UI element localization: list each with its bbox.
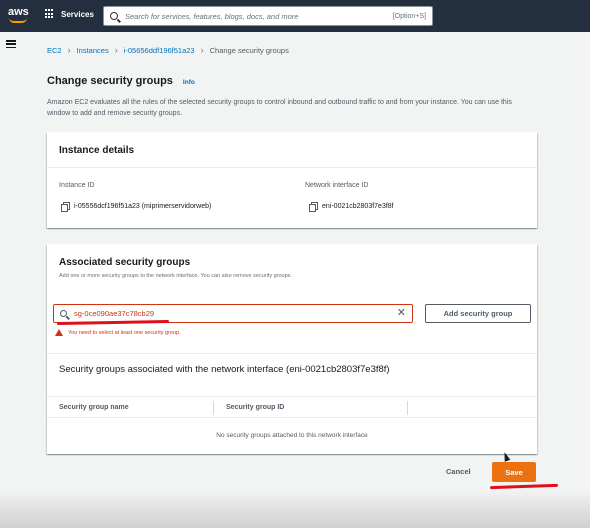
breadcrumb-instances[interactable]: Instances (77, 46, 109, 55)
interface-id-value: eni-0021cb2803f7e3f8f (322, 202, 394, 210)
column-divider (213, 401, 214, 415)
instance-details-header: Instance details (47, 132, 537, 168)
security-groups-subtitle: Add one or more security groups to the n… (59, 273, 292, 279)
aws-logo-text: aws (8, 6, 29, 18)
copy-icon[interactable] (309, 202, 318, 212)
search-placeholder: Search for services, features, blogs, do… (125, 11, 299, 21)
instance-id-label: Instance ID (59, 182, 95, 189)
add-security-group-button[interactable]: Add security group (425, 304, 531, 323)
global-search-input[interactable]: Search for services, features, blogs, do… (103, 6, 433, 26)
bottom-shade (0, 490, 590, 528)
breadcrumb-current: Change security groups (209, 45, 289, 55)
services-label: Services (61, 9, 94, 19)
copy-icon[interactable] (61, 202, 70, 212)
cancel-button[interactable]: Cancel (446, 467, 471, 476)
divider (47, 353, 537, 354)
security-group-input-value: sg-0ce090ae37c78cb29 (74, 309, 155, 318)
breadcrumb: EC2 › Instances › i-05656ddf196f51a23 › … (47, 45, 289, 55)
info-link[interactable]: Info (183, 79, 195, 86)
instance-id-value: i-05556dcf196f51a23 (miprimerservidorweb… (74, 202, 212, 210)
security-groups-title: Associated security groups (59, 257, 191, 268)
annotation-underline (489, 483, 559, 490)
error-text: You need to select at least one security… (68, 329, 181, 336)
clear-icon[interactable]: ✕ (397, 308, 406, 319)
save-button[interactable]: Save (492, 462, 536, 482)
column-divider (407, 401, 408, 415)
services-menu-button[interactable]: Services (45, 9, 94, 19)
page-title-row: Change security groups Info (47, 75, 195, 87)
error-message: You need to select at least one security… (55, 329, 181, 336)
search-icon (60, 310, 67, 317)
aws-smile-icon (9, 18, 27, 23)
instance-id-value-row: i-05556dcf196f51a23 (miprimerservidorweb… (61, 202, 212, 212)
column-header-id[interactable]: Security group ID (226, 404, 284, 411)
chevron-right-icon: › (67, 45, 71, 55)
interface-id-value-row: eni-0021cb2803f7e3f8f (309, 202, 394, 212)
associated-groups-title: Security groups associated with the netw… (59, 364, 390, 375)
hamburger-menu-icon[interactable] (6, 40, 16, 48)
warning-icon (55, 329, 63, 336)
breadcrumb-instance-id[interactable]: i-05656ddf196f51a23 (124, 46, 195, 55)
table-empty-state: No security groups attached to this netw… (216, 432, 368, 439)
chevron-right-icon: › (200, 45, 204, 55)
aws-logo[interactable]: aws (8, 7, 30, 25)
table-header: Security group name Security group ID (47, 396, 537, 418)
search-shortcut: [Option+S] (392, 12, 426, 20)
annotation-underline (56, 320, 170, 325)
grid-icon (45, 9, 55, 19)
instance-details-panel: Instance details Instance ID i-05556dcf1… (47, 132, 537, 228)
page-title: Change security groups (47, 75, 173, 87)
column-header-name[interactable]: Security group name (59, 404, 129, 411)
interface-id-label: Network interface ID (305, 182, 369, 189)
breadcrumb-ec2[interactable]: EC2 (47, 46, 62, 55)
page-description: Amazon EC2 evaluates all the rules of th… (47, 99, 512, 117)
security-groups-panel: Associated security groups Add one or mo… (47, 244, 537, 454)
search-icon (110, 12, 118, 20)
top-navigation: aws Services Search for services, featur… (0, 0, 590, 32)
chevron-right-icon: › (114, 45, 118, 55)
